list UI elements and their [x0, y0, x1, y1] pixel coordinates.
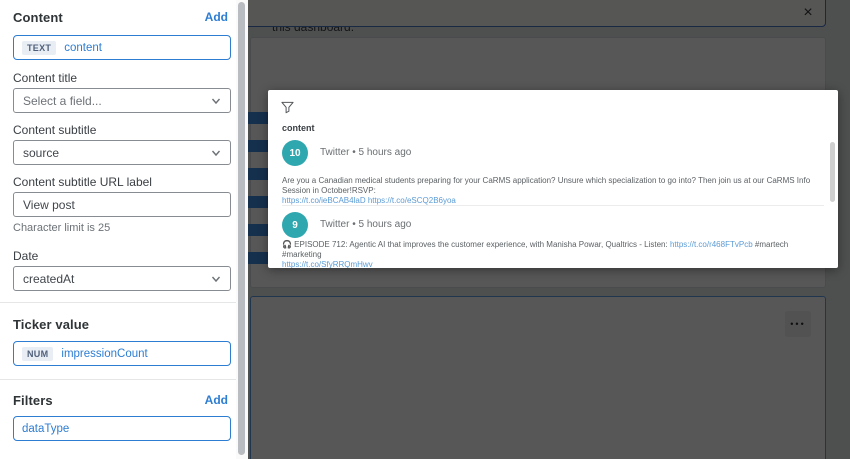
content-subtitle-select[interactable]: source: [13, 140, 231, 165]
date-select-value: createdAt: [23, 271, 75, 286]
filters-section-title: Filters: [13, 392, 53, 408]
field-type-badge-num: NUM: [22, 346, 54, 361]
ticker-field-value: impressionCount: [61, 347, 148, 360]
item-count-badge: 9: [282, 212, 308, 238]
list-divider: [282, 205, 824, 206]
content-subtitle-select-value: source: [23, 145, 60, 160]
ticker-section-header: Ticker value: [13, 315, 228, 333]
content-preview-popover: content 10 Twitter • 5 hours ago Are you…: [268, 90, 838, 268]
popover-field-label: content: [282, 123, 315, 133]
content-title-select[interactable]: Select a field...: [13, 88, 231, 113]
filters-section-header: Filters Add: [13, 391, 228, 409]
chevron-down-icon: [211, 276, 221, 282]
field-type-badge-text: TEXT: [22, 40, 57, 55]
item-message-text: Are you a Canadian medical students prep…: [282, 176, 811, 195]
item-link[interactable]: https://t.co/ieBCAB4laD: [282, 196, 366, 205]
url-label-input[interactable]: [23, 197, 221, 212]
url-label-field: [13, 192, 231, 217]
chevron-down-icon: [211, 98, 221, 104]
item-link[interactable]: https://t.co/r468FTvPcb: [670, 240, 753, 249]
content-section-title: Content: [13, 9, 63, 25]
content-title-label: Content title: [13, 71, 78, 85]
content-settings-panel: Content Add TEXT content Content title S…: [0, 0, 236, 459]
content-title-select-value: Select a field...: [23, 93, 102, 108]
filter-field-value: dataType: [22, 422, 70, 435]
section-divider: [0, 302, 236, 303]
item-message: Are you a Canadian medical students prep…: [282, 176, 812, 206]
item-message: 🎧 EPISODE 712: Agentic AI that improves …: [282, 240, 812, 268]
item-message-text: 🎧 EPISODE 712: Agentic AI that improves …: [282, 240, 668, 249]
char-limit-helper: Character limit is 25: [13, 222, 111, 234]
dashboard-canvas: this dashboard. × ••• content 10 Twitter…: [248, 0, 850, 459]
content-subtitle-label: Content subtitle: [13, 123, 97, 137]
content-add-button[interactable]: Add: [205, 10, 228, 24]
content-section-header: Content Add: [13, 8, 228, 26]
filter-field-pill[interactable]: dataType: [13, 416, 231, 441]
url-label-label: Content subtitle URL label: [13, 175, 152, 189]
ticker-field-pill[interactable]: NUM impressionCount: [13, 341, 231, 366]
panel-scrollbar-thumb[interactable]: [238, 2, 245, 455]
section-divider: [0, 379, 236, 380]
filter-icon[interactable]: [281, 101, 294, 114]
popover-scrollbar-thumb[interactable]: [830, 142, 835, 202]
content-field-value: content: [64, 41, 102, 54]
chevron-down-icon: [211, 150, 221, 156]
filters-add-button[interactable]: Add: [205, 393, 228, 407]
ticker-section-title: Ticker value: [13, 316, 90, 332]
dashboard-editor: Content Add TEXT content Content title S…: [0, 0, 850, 459]
date-label: Date: [13, 249, 39, 263]
item-source-meta: Twitter • 5 hours ago: [320, 147, 412, 158]
date-select[interactable]: createdAt: [13, 266, 231, 291]
panel-scrollbar[interactable]: [236, 0, 248, 459]
item-link[interactable]: https://t.co/SfyRRQmHwv: [282, 260, 373, 268]
item-count-badge: 10: [282, 140, 308, 166]
item-source-meta: Twitter • 5 hours ago: [320, 219, 412, 230]
content-field-pill[interactable]: TEXT content: [13, 35, 231, 60]
item-link[interactable]: https://t.co/eSCQ2B6yoa: [368, 196, 456, 205]
